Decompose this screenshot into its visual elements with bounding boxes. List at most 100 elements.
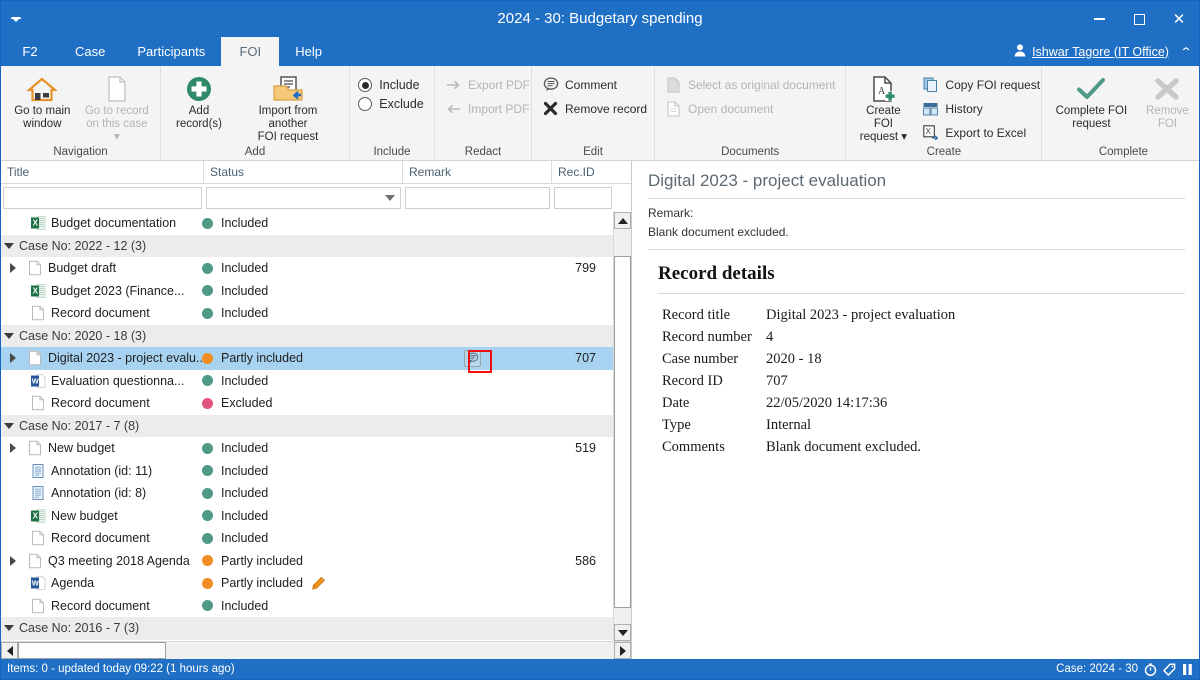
exclude-radio[interactable] [358,97,373,111]
remove-record-button[interactable]: Remove record [538,98,651,119]
table-row[interactable]: New budget Included 519 [1,437,613,460]
record-detail-row: Record title Digital 2023 - project evalu… [662,304,1185,326]
column-header-remark[interactable]: Remark [403,161,552,184]
chevron-up-icon[interactable]: ⌃ [1179,46,1192,58]
row-expander-icon[interactable] [5,555,21,566]
scroll-down-button[interactable] [614,624,631,641]
tree-group-row[interactable]: Case No: 2020 - 18 (3) [1,324,613,347]
triangle-right-icon [10,555,16,566]
status-text: Included [221,508,269,523]
cell-title: Record document [1,530,202,547]
chevron-down-icon[interactable] [385,194,395,201]
ribbon-group-edit: Comment Remove record Edit [532,66,655,160]
go-to-record-on-this-case-button[interactable]: Go to record on this case ▾ [80,70,154,144]
table-row[interactable]: Annotation (id: 8) Included [1,482,613,505]
records-tree[interactable]: X Budget documentation Included Case No: 20… [1,212,613,641]
row-expander-icon[interactable] [5,263,21,274]
tab-participants[interactable]: Participants [121,37,221,66]
tab-help[interactable]: Help [279,37,338,66]
group-expander-icon[interactable] [1,332,17,339]
copy-foi-request-button[interactable]: Copy FOI request [918,74,1044,95]
history-button[interactable]: History [918,98,1044,119]
cell-title: New budget [1,440,202,457]
group-expander-icon[interactable] [1,422,17,429]
comment-button[interactable]: Comment [538,74,651,95]
recid-filter-input[interactable] [554,186,612,209]
record-title-text: New budget [51,508,118,523]
column-header-status[interactable]: Status [204,161,403,184]
tab-foi[interactable]: FOI [221,37,280,66]
remark-filter-input[interactable] [405,186,550,209]
include-radio[interactable] [358,78,373,92]
horizontal-scroll-track[interactable] [18,642,614,659]
status-dot [202,217,213,229]
user-area: Ishwar Tagore (IT Office) ⌃ [1014,37,1199,66]
table-row[interactable]: W Evaluation questionna... Included [1,370,613,393]
go-to-main-window-button[interactable]: Go to main window [7,70,78,131]
column-header-recid[interactable]: Rec.ID [552,161,614,184]
export-pdf-button[interactable]: Export PDF [441,74,534,95]
comment-marker-icon[interactable] [464,349,481,367]
scroll-up-button[interactable] [614,212,631,229]
export-to-excel-label: Export to Excel [945,125,1027,140]
tab-case[interactable]: Case [59,37,121,66]
table-row[interactable]: Digital 2023 - project evalu... Partly in… [1,347,613,370]
cell-status: Partly included [202,351,399,365]
import-pdf-button[interactable]: Import PDF [441,98,534,119]
scroll-right-button[interactable] [614,642,631,659]
table-row[interactable]: X New budget Included [1,505,613,528]
remove-foi-button[interactable]: Remove FOI [1136,70,1198,131]
table-row[interactable]: Record document Included [1,595,613,618]
tag-icon[interactable] [1163,662,1176,676]
table-row[interactable]: X Budget documentation Included [1,212,613,235]
tree-group-row[interactable]: Case No: 2016 - 7 (3) [1,617,613,640]
tree-group-row[interactable]: Case No: 2017 - 7 (8) [1,414,613,437]
svg-text:W: W [31,579,39,588]
complete-foi-request-label-1: Complete FOI [1055,105,1128,117]
horizontal-scroll-thumb[interactable] [18,642,166,659]
status-text: Excluded [221,396,273,411]
close-button[interactable]: ✕ [1159,1,1199,37]
table-row[interactable]: Record document Included [1,302,613,325]
tab-f2[interactable]: F2 [1,37,59,66]
import-from-another-foi-request-button[interactable]: Import from another FOI request [233,70,343,144]
status-filter-input[interactable] [206,186,401,209]
include-exclude-radio-group: Include Exclude [350,70,433,111]
group-expander-icon[interactable] [1,625,17,632]
open-document-button[interactable]: Open document [661,98,839,119]
stopwatch-icon[interactable] [1144,662,1157,676]
select-as-original-document-button[interactable]: Select as original document [661,74,839,95]
column-header-title[interactable]: Title [1,161,204,184]
group-expander-icon[interactable] [1,242,17,249]
vertical-scroll-thumb[interactable] [614,256,631,608]
scroll-left-button[interactable] [1,642,18,659]
row-expander-icon[interactable] [5,443,21,454]
table-row[interactable]: Q3 meeting 2018 Agenda Partly included 586 [1,550,613,573]
table-row[interactable]: Annotation (id: 11) Included [1,460,613,483]
record-detail-row: Record ID 707 [662,370,1185,392]
horizontal-scrollbar[interactable] [1,641,631,659]
tree-group-row[interactable]: Case No: 2022 - 12 (3) [1,234,613,257]
maximize-button[interactable] [1119,1,1159,37]
vertical-scrollbar[interactable] [613,212,631,641]
complete-foi-request-button[interactable]: Complete FOI request [1048,70,1134,131]
include-radio-row[interactable]: Include [358,78,423,92]
table-row[interactable]: Record document Excluded [1,392,613,415]
triangle-right-icon [10,353,16,364]
table-row[interactable]: Budget draft Included 799 [1,257,613,280]
quick-access-toolbar-button[interactable] [5,10,27,28]
create-foi-request-button[interactable]: A Create FOI request ▾ [852,70,914,144]
minimize-button[interactable] [1079,1,1119,37]
title-filter-input[interactable] [3,186,202,209]
table-row[interactable]: W Agenda Partly included [1,572,613,595]
table-row[interactable]: X Budget 2023 (Finance... Included [1,280,613,303]
status-text: Partly included [221,553,303,568]
pause-icon[interactable] [1182,663,1193,676]
exclude-radio-row[interactable]: Exclude [358,97,424,111]
table-row[interactable]: Record document Included [1,527,613,550]
add-records-button[interactable]: Add record(s) [167,70,231,131]
vertical-scroll-track[interactable] [614,229,631,624]
export-to-excel-button[interactable]: X Export to Excel [918,122,1044,143]
row-expander-icon[interactable] [5,353,21,364]
user-name-link[interactable]: Ishwar Tagore (IT Office) [1032,45,1169,59]
